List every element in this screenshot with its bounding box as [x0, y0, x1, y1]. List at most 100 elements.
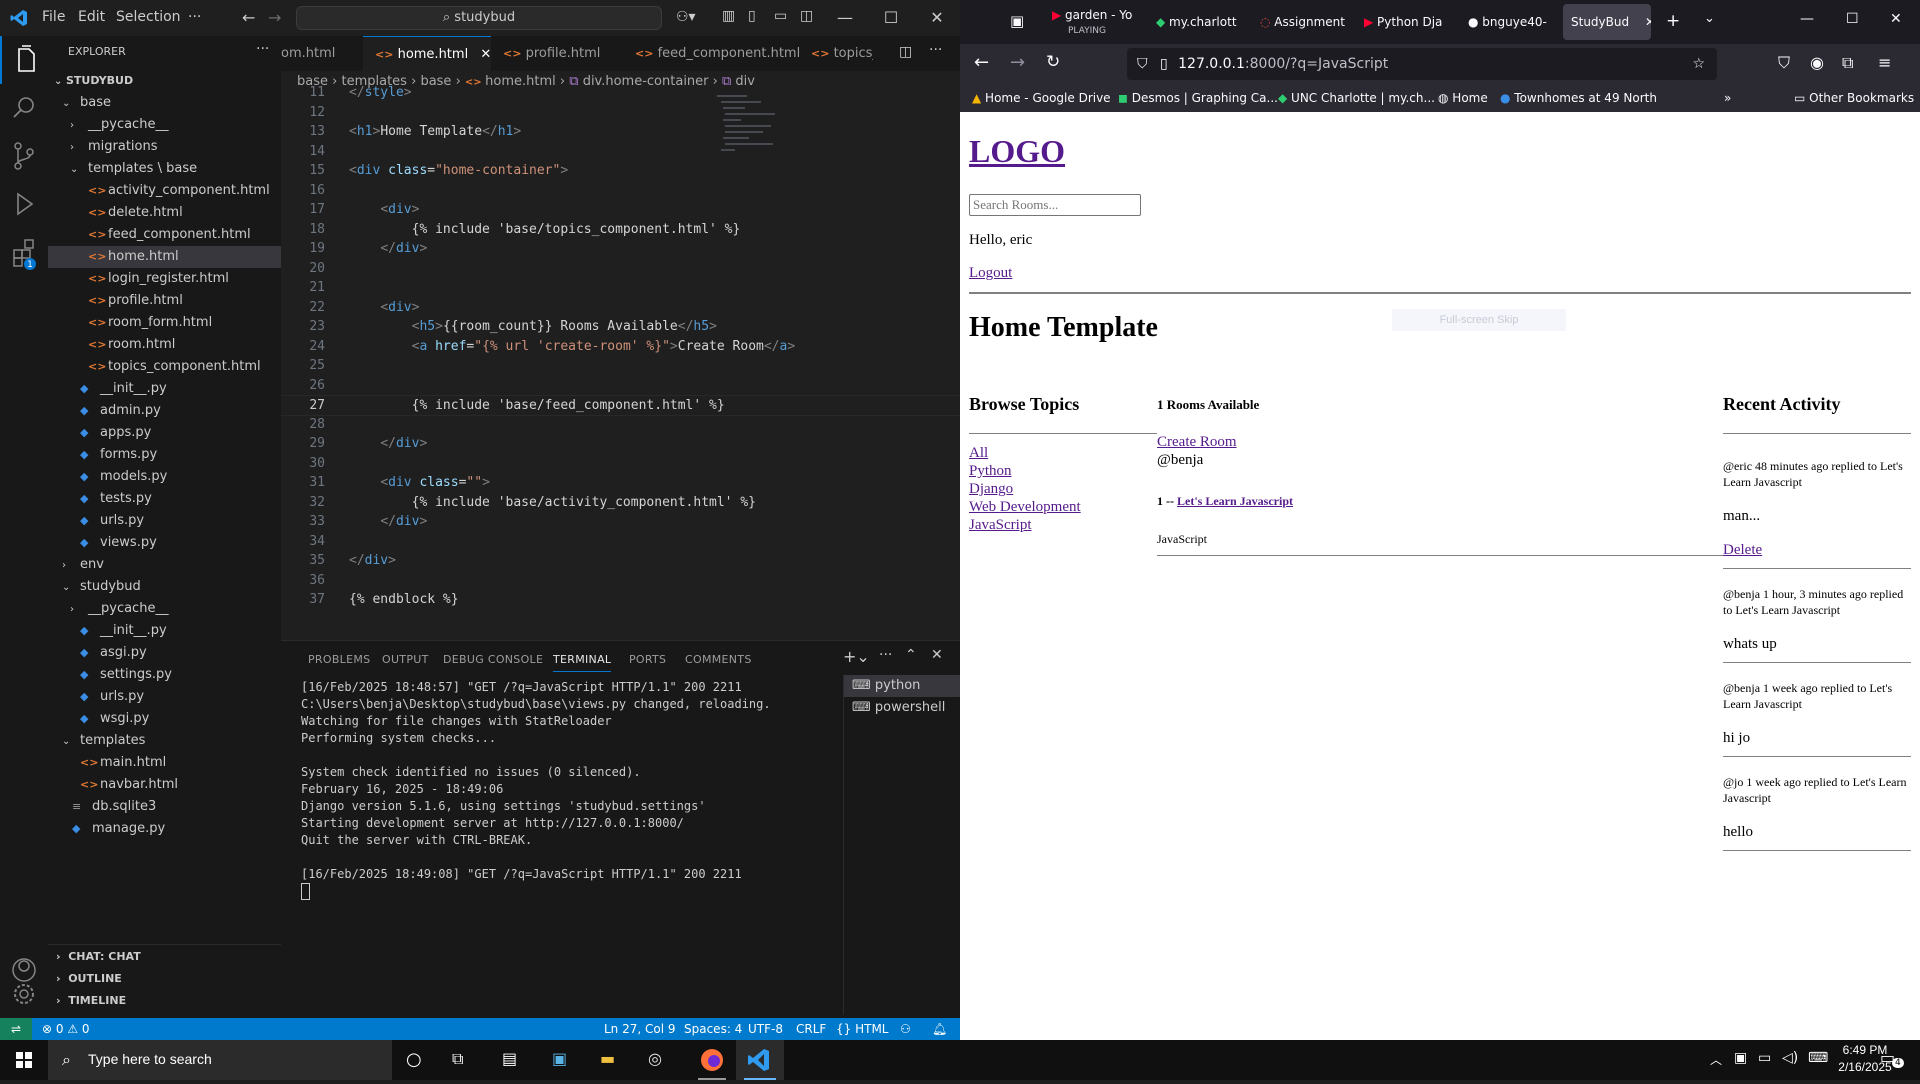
editor-more-icon[interactable]: ··· — [929, 42, 942, 58]
menu-selection[interactable]: Selection — [116, 9, 181, 25]
tab-close-icon[interactable]: ✕ — [1645, 15, 1651, 29]
topic-link[interactable]: All — [969, 445, 988, 462]
back-arrow-icon[interactable]: ← — [974, 52, 989, 73]
settings-gear-icon[interactable] — [0, 970, 48, 1018]
menu-more[interactable]: ··· — [188, 9, 201, 25]
forward-arrow-icon[interactable]: → — [1010, 52, 1025, 73]
tree-item[interactable]: <> main.html — [48, 752, 281, 774]
chevron-up-icon[interactable]: ︿ — [1710, 1051, 1722, 1068]
browser-tab-youtube[interactable]: ▶ garden - Yo PLAYING — [1052, 4, 1140, 44]
maximize-panel-icon[interactable]: ⌃ — [905, 647, 917, 663]
bookmark-townhomes[interactable]: ● Townhomes at 49 North — [1500, 84, 1657, 112]
cortana-icon[interactable]: ○ — [406, 1049, 422, 1070]
app-icon[interactable]: ▣ — [552, 1049, 567, 1068]
tree-item[interactable]: ◆ forms.py — [48, 444, 281, 466]
tree-item[interactable]: ◆ tests.py — [48, 488, 281, 510]
tab-close-icon[interactable]: ✕ — [480, 47, 491, 62]
close-icon[interactable]: ✕ — [1890, 11, 1902, 27]
tree-item[interactable]: ◆ models.py — [48, 466, 281, 488]
command-center-search[interactable]: ⌕ studybud — [296, 6, 662, 30]
topic-link[interactable]: Python — [969, 463, 1012, 480]
back-arrow-icon[interactable]: ← — [242, 8, 255, 27]
close-panel-icon[interactable]: ✕ — [931, 647, 943, 663]
tree-item[interactable]: › __pycache__ — [48, 114, 281, 136]
new-terminal-plus-icon[interactable]: +⌄ — [843, 647, 870, 666]
tree-item[interactable]: ⌄ studybud — [48, 576, 281, 598]
topic-link[interactable]: JavaScript — [969, 517, 1031, 534]
logout-link[interactable]: Logout — [969, 265, 1012, 282]
vscode-taskbar-icon[interactable] — [736, 1040, 784, 1080]
bookmark-star-icon[interactable]: ☆ — [1692, 48, 1705, 80]
terminal-item-python[interactable]: ⌨ python — [844, 675, 961, 697]
toggle-secondary-sidebar-icon[interactable]: ◫ — [800, 8, 813, 24]
logo-link[interactable]: LOGO — [969, 133, 1065, 170]
menu-edit[interactable]: Edit — [78, 9, 105, 25]
cursor-position[interactable]: Ln 27, Col 9 — [604, 1018, 676, 1040]
list-tabs-chevron-icon[interactable]: ⌄ — [1704, 11, 1715, 26]
topic-link[interactable]: Web Development — [969, 499, 1081, 516]
tree-item[interactable]: ◆ manage.py — [48, 818, 281, 840]
panel-more-icon[interactable]: ··· — [879, 647, 892, 663]
tab-debug-console[interactable]: DEBUG CONSOLE — [443, 653, 543, 666]
tree-item[interactable]: <> activity_component.html — [48, 180, 281, 202]
tree-item[interactable]: <> login_register.html — [48, 268, 281, 290]
menu-file[interactable]: File — [42, 9, 65, 25]
problems-count[interactable]: ⊗ 0 ⚠ 0 — [42, 1018, 90, 1040]
app-icon[interactable]: ◎ — [648, 1049, 662, 1068]
bookmark-unc-charlotte[interactable]: ◆ UNC Charlotte | my.ch... — [1278, 84, 1435, 112]
tree-item[interactable]: › env — [48, 554, 281, 576]
maximize-icon[interactable]: ☐ — [868, 0, 914, 36]
tab-comments[interactable]: COMMENTS — [685, 653, 752, 666]
topic-link[interactable]: Django — [969, 481, 1013, 498]
tab-terminal[interactable]: TERMINAL — [553, 653, 612, 672]
room-title-link[interactable]: Let's Learn Javascript — [1177, 494, 1293, 508]
maximize-icon[interactable]: ☐ — [1846, 11, 1859, 27]
tree-item[interactable]: <> topics_component.html — [48, 356, 281, 378]
run-debug-icon[interactable] — [0, 180, 48, 228]
tab-room-html[interactable]: om.html — [281, 36, 363, 71]
notification-center-icon[interactable]: ▭ 4 — [1880, 1048, 1904, 1072]
tree-item[interactable]: <> room.html — [48, 334, 281, 356]
minimap[interactable] — [717, 93, 837, 163]
copilot-status-icon[interactable]: ⚇ — [900, 1018, 911, 1040]
firefox-view-icon[interactable]: ▣ — [1010, 12, 1024, 30]
toggle-panel-icon[interactable]: ▭ — [774, 8, 787, 24]
line-ending[interactable]: CRLF — [796, 1018, 826, 1040]
workspace-root[interactable]: ⌄ STUDYBUD — [48, 70, 281, 92]
browser-tab-studybud[interactable]: StudyBud ✕ — [1563, 4, 1651, 40]
reload-icon[interactable]: ↻ — [1046, 52, 1060, 72]
source-control-icon[interactable] — [0, 132, 48, 180]
delete-activity-link[interactable]: Delete — [1723, 542, 1762, 559]
tree-item[interactable]: <> navbar.html — [48, 774, 281, 796]
tree-item[interactable]: ≡ db.sqlite3 — [48, 796, 281, 818]
tree-item[interactable]: <> home.html — [48, 246, 281, 268]
tree-item[interactable]: ◆ views.py — [48, 532, 281, 554]
url-bar[interactable]: ⛉ ▯ 127.0.0.1:8000/?q=JavaScript ☆ — [1127, 48, 1717, 80]
explorer-more-icon[interactable]: ··· — [256, 41, 269, 57]
tab-home-html[interactable]: <> home.html ✕ — [363, 36, 491, 72]
volume-icon[interactable]: ◁) — [1782, 1050, 1798, 1066]
tree-item[interactable]: ⌄ templates \ base — [48, 158, 281, 180]
terminal-output[interactable]: [16/Feb/2025 18:48:57] "GET /?q=JavaScri… — [301, 679, 901, 1009]
split-editor-icon[interactable]: ◫ — [899, 44, 912, 60]
tab-problems[interactable]: PROBLEMS — [308, 653, 370, 666]
language-icon[interactable]: ⌨ — [1808, 1050, 1828, 1066]
tab-topics-component-html[interactable]: <> topics_c — [799, 36, 873, 71]
windows-start-icon[interactable] — [0, 1040, 48, 1080]
bookmark-home[interactable]: ◍ Home — [1438, 84, 1488, 112]
new-tab-plus-icon[interactable]: + — [1666, 11, 1680, 31]
extensions-icon[interactable]: ⧉ — [1842, 53, 1853, 73]
menu-hamburger-icon[interactable]: ≡ — [1878, 53, 1891, 72]
encoding[interactable]: UTF-8 — [748, 1018, 783, 1040]
explorer-icon[interactable] — [0, 36, 50, 84]
tree-item[interactable]: ⌄ templates — [48, 730, 281, 752]
tree-item[interactable]: ◆ __init__.py — [48, 378, 281, 400]
browser-tab-python-django[interactable]: ▶ Python Dja — [1364, 4, 1460, 40]
tree-item[interactable]: <> room_form.html — [48, 312, 281, 334]
section-outline[interactable]: › OUTLINE — [56, 969, 122, 989]
browser-tab-github[interactable]: ● bnguye40- — [1468, 4, 1564, 40]
extensions-icon[interactable]: 1 — [0, 228, 48, 276]
terminal-app-icon[interactable]: ▤ — [502, 1049, 517, 1068]
tree-item[interactable]: <> delete.html — [48, 202, 281, 224]
code-editor[interactable]: 11 </style> 12 13 <h1>Home Template</h1> 14 15… — [281, 85, 960, 640]
